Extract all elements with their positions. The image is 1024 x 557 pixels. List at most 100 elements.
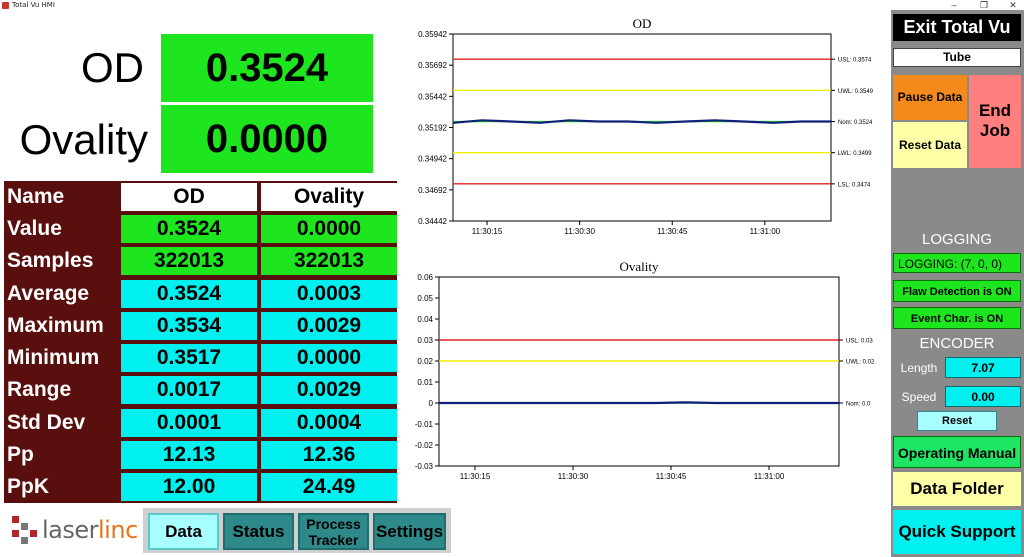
- logo-square: [21, 537, 28, 544]
- reset-data-button[interactable]: Reset Data: [893, 122, 967, 168]
- ovality-big-value: 0.0000: [161, 105, 373, 173]
- x-tick-label: 11:31:00: [754, 472, 785, 481]
- x-tick-label: 11:30:30: [564, 227, 595, 236]
- header-ovality: Ovality: [261, 183, 397, 211]
- row-label: Maximum: [7, 314, 104, 337]
- row-label: Samples: [7, 249, 94, 272]
- header-name: Name: [7, 185, 65, 208]
- od-cell: 0.3534: [121, 312, 257, 340]
- table-row: Pp 12.13 12.36: [4, 439, 397, 470]
- ovality-cell: 0.0029: [261, 376, 397, 404]
- limit-label: USL: 0.3574: [838, 58, 872, 64]
- row-label: Pp: [7, 443, 34, 466]
- x-tick-label: 11:30:45: [656, 472, 687, 481]
- speed-value: 0.00: [945, 386, 1021, 407]
- y-tick-label: 0.01: [417, 378, 433, 387]
- tab-status[interactable]: Status: [223, 513, 294, 550]
- row-label: PpK: [7, 475, 49, 498]
- pause-data-button[interactable]: Pause Data: [893, 75, 967, 120]
- logo-text-linc: linc: [98, 516, 138, 544]
- limit-label: UWL: 0.3549: [838, 89, 874, 95]
- plot-area: [438, 276, 840, 467]
- limit-label: LSL: 0.3474: [838, 182, 871, 188]
- y-tick-label: -0.03: [415, 462, 434, 471]
- x-tick-label: 11:31:00: [750, 227, 781, 236]
- od-cell: 12.13: [121, 441, 257, 469]
- laserlinc-logo: laserlinc: [6, 510, 140, 550]
- ovality-cell: 322013: [261, 247, 397, 275]
- od-chart-svg: OD 0.35942 0.35692 0.35442 0.35192 0.34942 0.3…: [418, 16, 874, 236]
- row-label: Value: [7, 217, 62, 240]
- tab-data[interactable]: Data: [148, 513, 219, 550]
- event-char-button[interactable]: Event Char. is ON: [893, 307, 1021, 329]
- chart-title: OD: [633, 16, 652, 31]
- flaw-detection-button[interactable]: Flaw Detection is ON: [893, 280, 1021, 302]
- ovality-cell: 24.49: [261, 473, 397, 501]
- ovality-chart: Ovality 0.06 0.05 0.04 0.03 0.02 0.01 0 -0.01 -0.…: [405, 256, 887, 488]
- logo-square: [12, 530, 19, 537]
- product-name-field: Tube: [893, 48, 1021, 67]
- table-row: Range 0.0017 0.0029: [4, 374, 397, 405]
- logo-square: [21, 523, 28, 530]
- od-cell: 12.00: [121, 473, 257, 501]
- speed-label: Speed: [901, 390, 937, 404]
- table-row: PpK 12.00 24.49: [4, 471, 397, 502]
- table-row: Average 0.3524 0.0003: [4, 278, 397, 309]
- y-tick-label: 0.35442: [418, 92, 447, 101]
- ovality-cell: 0.0003: [261, 280, 397, 308]
- logo-square: [12, 516, 19, 523]
- y-tick-label: 0.34942: [418, 155, 447, 164]
- end-job-line1: End: [978, 101, 1012, 120]
- chart-title: Ovality: [620, 259, 659, 274]
- ovality-cell: 0.0000: [261, 215, 397, 243]
- limit-label: Nom: 0.3524: [838, 120, 873, 126]
- length-value: 7.07: [945, 357, 1021, 378]
- od-cell: 0.3524: [121, 280, 257, 308]
- y-tick-label: 0: [429, 399, 434, 408]
- od-chart: OD 0.35942 0.35692 0.35442 0.35192 0.34942 0.3…: [405, 10, 887, 248]
- y-tick-label: 0.35692: [418, 61, 447, 70]
- od-cell: 0.3524: [121, 215, 257, 243]
- od-cell: 0.0017: [121, 376, 257, 404]
- od-big-label: OD: [81, 44, 144, 91]
- tab-settings[interactable]: Settings: [373, 513, 446, 550]
- operating-manual-button[interactable]: Operating Manual: [893, 436, 1021, 468]
- table-header-row: Name OD Ovality: [4, 181, 397, 212]
- header-od: OD: [121, 183, 257, 211]
- y-tick-label: 0.34692: [418, 186, 447, 195]
- logging-title: LOGGING: [921, 231, 992, 248]
- limit-label: USL: 0.03: [846, 339, 873, 345]
- y-tick-label: 0.02: [417, 357, 433, 366]
- ovality-cell: 0.0000: [261, 344, 397, 372]
- y-tick-label: 0.05: [417, 294, 433, 303]
- minimize-button[interactable]: –: [944, 0, 964, 10]
- od-big-value: 0.3524: [161, 34, 373, 102]
- logo-text: laserlinc: [42, 516, 138, 544]
- exit-button[interactable]: Exit Total Vu: [893, 14, 1021, 41]
- x-tick-label: 11:30:15: [460, 472, 491, 481]
- encoder-reset-button[interactable]: Reset: [917, 411, 997, 431]
- statistics-table: Name OD Ovality Value 0.3524 0.0000 Samp…: [4, 181, 397, 503]
- x-tick-label: 11:30:30: [558, 472, 589, 481]
- tab-process-tracker[interactable]: Process Tracker: [298, 513, 369, 550]
- window-title: Total Vu HMI: [12, 1, 55, 9]
- x-tick-label: 11:30:45: [657, 227, 688, 236]
- logo-square: [30, 530, 37, 537]
- data-folder-button[interactable]: Data Folder: [893, 472, 1021, 506]
- encoder-title: ENCODER: [919, 335, 995, 352]
- y-tick-label: -0.01: [415, 420, 434, 429]
- end-job-line2: Job: [979, 121, 1011, 140]
- limit-label: Nom: 0.0: [846, 402, 871, 408]
- end-job-button[interactable]: End Job: [969, 75, 1021, 168]
- ovality-big-label: Ovality: [19, 116, 148, 163]
- table-row: Value 0.3524 0.0000: [4, 213, 397, 244]
- table-row: Maximum 0.3534 0.0029: [4, 310, 397, 341]
- quick-support-button[interactable]: Quick Support: [893, 510, 1021, 554]
- y-tick-label: 0.04: [417, 315, 433, 324]
- table-row: Minimum 0.3517 0.0000: [4, 342, 397, 373]
- y-tick-label: 0.34442: [418, 217, 447, 226]
- ovality-chart-svg: Ovality 0.06 0.05 0.04 0.03 0.02 0.01 0 -0.01 -0.…: [415, 259, 875, 481]
- y-tick-label: 0.06: [417, 273, 433, 282]
- y-tick-label: -0.02: [415, 441, 434, 450]
- tab-process-tracker-line2: Tracker: [308, 532, 359, 548]
